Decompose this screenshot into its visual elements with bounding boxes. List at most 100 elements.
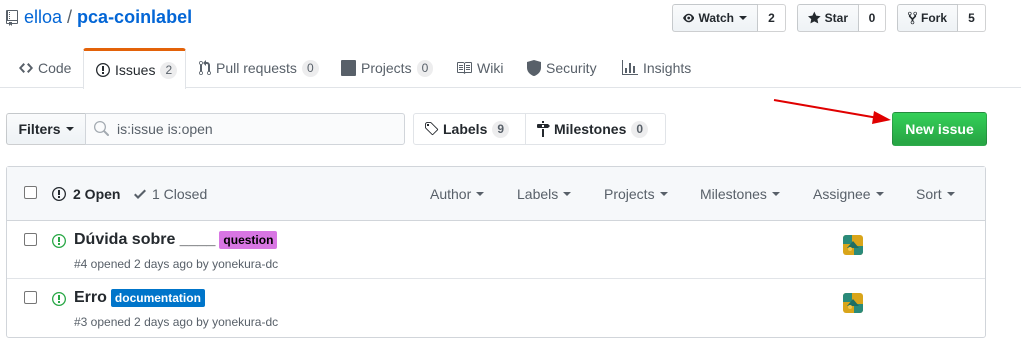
closed-issues-label: 1 Closed [152,186,208,202]
issue-opened-icon [52,234,66,248]
labels-milestones-group: Labels 9 Milestones 0 [413,113,666,145]
author-filter[interactable]: Author [430,186,485,202]
issue-meta: #3 opened 2 days ago by yonekura-dc [74,315,279,329]
chevron-down-icon [946,192,955,196]
repo-nav: Code Issues 2 Pull requests 0 Projects 0… [0,48,1021,89]
tab-insights[interactable]: Insights [610,48,691,88]
code-icon [19,63,33,73]
projects-counter: 0 [416,59,434,77]
annotation-arrow-icon [773,99,891,124]
milestones-label: Milestones [554,121,627,137]
pull-request-icon [199,60,211,76]
fork-button[interactable]: Fork [897,4,958,32]
issue-title-row: Dúvida sobre ____ question [74,231,278,249]
issue-label-question[interactable]: question [219,231,278,249]
repo-name-link[interactable]: pca-coinlabel [77,7,192,28]
search-icon [94,121,109,136]
tab-issues[interactable]: Issues 2 [83,48,186,89]
tab-security[interactable]: Security [515,48,597,88]
tab-issues-label: Issues [115,62,156,78]
milestones-link[interactable]: Milestones 0 [526,113,666,145]
open-issues-filter[interactable]: 2 Open [52,186,120,202]
avatar-icon [843,235,863,255]
avatar-icon [843,293,863,313]
chevron-down-icon [563,192,572,196]
issue-title-link[interactable]: Erro [74,289,107,307]
watch-button[interactable]: Watch [672,4,758,32]
watch-action: Watch 2 [672,4,786,32]
chevron-down-icon [771,192,780,196]
labels-label: Labels [443,121,488,137]
tab-security-label: Security [546,60,597,76]
issue-opened-icon [52,292,66,306]
issues-search-input[interactable] [117,121,387,137]
projects-filter-label: Projects [604,186,655,202]
repo-header: elloa / pca-coinlabel Watch 2 Star 0 For… [0,0,1021,48]
tab-insights-label: Insights [643,60,692,76]
chevron-down-icon [476,192,485,196]
issue-opened-icon [96,63,110,77]
tab-code-label: Code [38,60,72,76]
issues-counter: 2 [160,61,178,79]
watch-label: Watch [698,11,734,25]
star-action: Star 0 [797,4,886,32]
fork-label: Fork [920,11,947,25]
star-label: Star [824,11,848,25]
tab-projects-label: Projects [361,60,412,76]
star-count[interactable]: 0 [859,4,886,32]
milestones-filter-label: Milestones [700,186,767,202]
fork-action: Fork 5 [897,4,986,32]
assignee-avatar[interactable] [843,293,863,313]
graph-icon [622,60,638,75]
new-issue-button[interactable]: New issue [892,112,987,146]
tag-icon [425,122,439,136]
assignee-avatar[interactable] [843,235,863,255]
issue-checkbox[interactable] [24,291,37,304]
book-icon [457,62,472,74]
repo-owner-link[interactable]: elloa [24,7,62,28]
chevron-down-icon [65,127,74,131]
repo-title: elloa / pca-coinlabel [6,7,192,28]
issue-row: Erro documentation #3 opened 2 days ago … [7,279,985,337]
assignee-filter-label: Assignee [813,186,871,202]
star-button[interactable]: Star [797,4,859,32]
chevron-down-icon [659,192,668,196]
issue-meta: #4 opened 2 days ago by yonekura-dc [74,257,279,271]
projects-filter[interactable]: Projects [604,186,668,202]
shield-icon [527,60,541,76]
issues-list: 2 Open 1 Closed Author Labels Projects M… [6,166,986,338]
milestones-filter[interactable]: Milestones [700,186,780,202]
filters-label: Filters [18,121,61,137]
open-issues-label: 2 Open [73,186,121,202]
closed-issues-filter[interactable]: 1 Closed [134,186,207,202]
sort-filter[interactable]: Sort [916,186,955,202]
fork-count[interactable]: 5 [958,4,986,32]
fork-icon [908,11,917,25]
labels-filter-label: Labels [517,186,559,202]
watch-count[interactable]: 2 [758,4,786,32]
issues-list-header: 2 Open 1 Closed Author Labels Projects M… [7,167,985,221]
tab-pull-requests[interactable]: Pull requests 0 [187,48,319,88]
filters-dropdown-button[interactable]: Filters [6,113,86,145]
issue-label-documentation[interactable]: documentation [110,289,205,307]
issue-opened-icon [52,187,66,201]
labels-counter: 9 [492,120,510,138]
milestone-icon [537,121,550,137]
select-all-checkbox[interactable] [24,186,37,199]
labels-link[interactable]: Labels 9 [413,113,526,145]
issue-title-link[interactable]: Dúvida sobre ____ [74,231,215,249]
repo-icon [6,9,18,26]
issue-checkbox[interactable] [24,233,37,246]
repo-path-separator: / [67,7,73,27]
eye-icon [683,13,695,23]
labels-filter[interactable]: Labels [517,186,572,202]
tab-code[interactable]: Code [7,48,71,88]
chevron-down-icon [739,16,747,20]
project-icon [341,60,356,76]
tab-wiki[interactable]: Wiki [444,48,503,88]
issue-row: Dúvida sobre ____ question #4 opened 2 d… [7,221,985,279]
tab-projects[interactable]: Projects 0 [329,48,434,88]
check-icon [134,189,146,199]
assignee-filter[interactable]: Assignee [813,186,884,202]
chevron-down-icon [875,192,884,196]
